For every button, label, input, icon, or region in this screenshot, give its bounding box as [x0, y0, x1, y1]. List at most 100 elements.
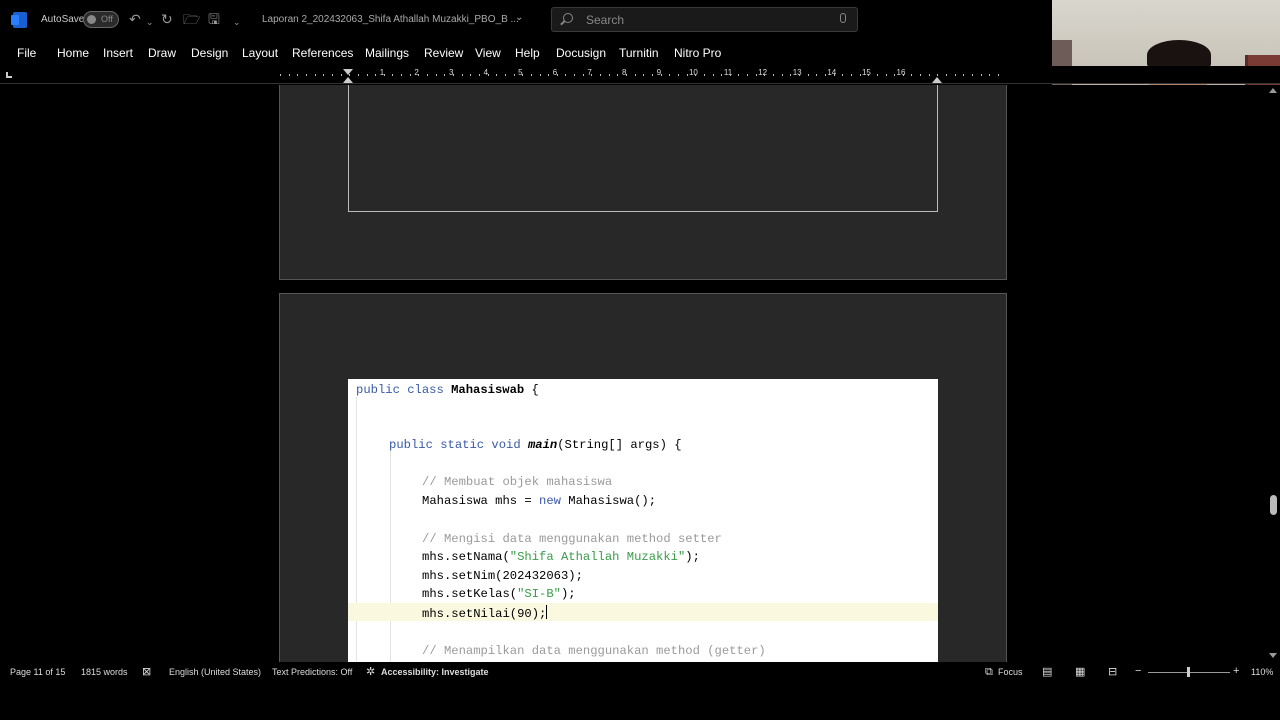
ruler-tick — [280, 74, 281, 76]
scroll-up-arrow-icon[interactable] — [1269, 88, 1277, 93]
zoom-level[interactable]: 110% — [1251, 667, 1273, 677]
ruler-tick — [427, 74, 429, 76]
print-layout-icon[interactable]: ▦ — [1075, 666, 1085, 678]
ruler-tick — [703, 74, 705, 76]
chevron-down-icon[interactable]: ⌄ — [515, 12, 523, 23]
open-folder-icon[interactable]: 🗁 — [183, 11, 200, 27]
horizontal-ruler[interactable]: 1 2 3 4 5 6 7 8 9 10 11 12 13 14 15 16 — [0, 66, 1280, 84]
vertical-scrollbar[interactable] — [1266, 85, 1280, 662]
tab-layout[interactable]: Layout — [242, 46, 278, 60]
ruler-tick — [323, 74, 325, 76]
ruler-tick — [833, 74, 835, 76]
autosave-label: AutoSave — [41, 14, 85, 25]
tab-docusign[interactable]: Docusign — [556, 46, 606, 60]
ruler-tick — [478, 74, 480, 76]
ruler-tick — [461, 74, 463, 76]
microphone-icon[interactable] — [840, 13, 846, 23]
tab-mailings[interactable]: Mailings — [365, 46, 409, 60]
ruler-tick — [418, 74, 420, 76]
focus-button[interactable]: Focus — [998, 667, 1023, 677]
ruler-tick — [695, 74, 697, 76]
empty-image-frame[interactable] — [348, 85, 938, 212]
focus-icon[interactable]: ⧉ — [985, 666, 993, 678]
proofing-icon[interactable]: ⊠ — [142, 666, 151, 678]
status-bar: Page 11 of 15 1815 words ⊠ English (Unit… — [0, 662, 1280, 682]
ruler-tick — [894, 74, 896, 76]
document-canvas[interactable]: public class Mahasiswab { public static … — [0, 85, 1266, 662]
tab-design[interactable]: Design — [191, 46, 228, 60]
ruler-tick — [885, 74, 887, 76]
ruler-tick — [530, 74, 532, 76]
ruler-tick — [565, 74, 567, 76]
tab-file[interactable]: File — [17, 46, 36, 60]
tab-review[interactable]: Review — [424, 46, 463, 60]
ruler-tick — [972, 74, 973, 76]
autosave-toggle[interactable]: Off — [83, 11, 119, 28]
ruler-number: 15 — [861, 68, 871, 77]
search-icon — [563, 13, 573, 23]
tab-draw[interactable]: Draw — [148, 46, 176, 60]
ruler-tick — [357, 74, 359, 76]
zoom-slider-thumb[interactable] — [1187, 667, 1190, 677]
ruler-tick — [755, 74, 757, 76]
ruler-number: 11 — [723, 68, 733, 77]
document-page[interactable] — [279, 85, 1007, 280]
save-icon[interactable]: 🖫 — [208, 11, 220, 27]
text-predictions-status[interactable]: Text Predictions: Off — [272, 667, 352, 677]
tab-selector-icon[interactable] — [6, 72, 12, 78]
accessibility-status[interactable]: Accessibility: Investigate — [381, 667, 489, 677]
redo-icon[interactable]: ↻ — [161, 11, 173, 27]
taskbar-area — [0, 682, 1280, 720]
document-title[interactable]: Laporan 2_202432063_Shifa Athallah Muzak… — [262, 14, 519, 25]
web-layout-icon[interactable]: ⊟ — [1108, 666, 1117, 678]
ruler-tick — [850, 74, 852, 76]
word-count[interactable]: 1815 words — [81, 667, 128, 677]
zoom-out-icon[interactable]: − — [1135, 665, 1141, 677]
customize-toolbar-icon[interactable]: ⌄ — [233, 14, 241, 30]
page-count[interactable]: Page 11 of 15 — [10, 667, 65, 677]
language-indicator[interactable]: English (United States) — [169, 667, 261, 677]
ruler-number: 13 — [792, 68, 802, 77]
tab-turnitin[interactable]: Turnitin — [619, 46, 659, 60]
ruler-tick — [876, 74, 878, 76]
undo-icon[interactable]: ↶ — [129, 11, 141, 27]
ruler-tick — [522, 74, 524, 76]
document-page[interactable]: public class Mahasiswab { public static … — [279, 293, 1007, 662]
scroll-down-arrow-icon[interactable] — [1269, 653, 1277, 658]
search-box[interactable]: Search — [551, 7, 858, 32]
tab-home[interactable]: Home — [57, 46, 89, 60]
ruler-tick — [305, 74, 307, 76]
first-line-indent-marker[interactable] — [343, 69, 353, 75]
undo-dropdown-icon[interactable]: ⌄ — [146, 14, 154, 30]
tab-nitro-pro[interactable]: Nitro Pro — [674, 46, 721, 60]
ruler-tick — [435, 74, 437, 76]
ruler-tick — [634, 74, 636, 76]
scrollbar-thumb[interactable] — [1270, 495, 1277, 515]
ribbon-tabs: File Home Insert Draw Design Layout Refe… — [0, 40, 1052, 66]
ruler-tick — [401, 74, 403, 76]
tab-insert[interactable]: Insert — [103, 46, 133, 60]
tab-view[interactable]: View — [475, 46, 501, 60]
ruler-tick — [513, 74, 515, 76]
ruler-tick — [773, 74, 775, 76]
code-line: public static void main(String[] args) { — [389, 438, 682, 452]
zoom-in-icon[interactable]: + — [1233, 665, 1239, 677]
code-comment: // Mengisi data menggunakan method sette… — [422, 532, 722, 546]
ruler-tick — [686, 74, 688, 76]
ruler-tick — [729, 74, 731, 76]
read-mode-icon[interactable]: ▤ — [1042, 666, 1052, 678]
right-indent-marker[interactable] — [932, 77, 942, 83]
code-line: public class Mahasiswab { — [356, 383, 539, 397]
code-comment: // Membuat objek mahasiswa — [422, 475, 613, 489]
ruler-tick — [824, 74, 826, 76]
ruler-track[interactable]: 1 2 3 4 5 6 7 8 9 10 11 12 13 14 15 16 — [280, 68, 1000, 83]
ruler-tick — [980, 74, 982, 76]
hanging-indent-marker[interactable] — [343, 77, 353, 83]
code-line: mhs.setNim(202432063); — [422, 569, 583, 583]
code-screenshot[interactable]: public class Mahasiswab { public static … — [348, 379, 938, 662]
accessibility-icon[interactable]: ✲ — [366, 666, 375, 678]
ruler-tick — [712, 74, 714, 76]
tab-references[interactable]: References — [292, 46, 353, 60]
tab-help[interactable]: Help — [515, 46, 540, 60]
ruler-tick — [496, 74, 498, 76]
